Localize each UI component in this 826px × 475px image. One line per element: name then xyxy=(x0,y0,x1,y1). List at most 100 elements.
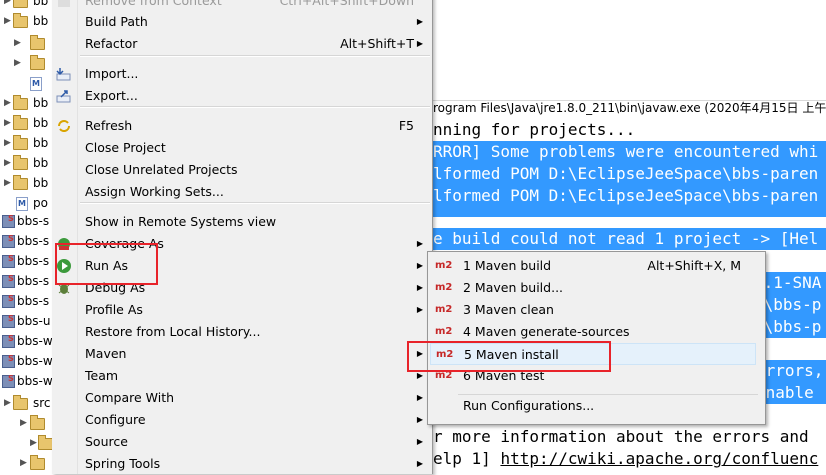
menu-item-export[interactable]: Export... xyxy=(52,85,432,107)
menu-item-refresh[interactable]: Refresh F5 xyxy=(52,115,432,137)
tree-item-label: bbs-u xyxy=(17,314,51,328)
expand-toggle-icon[interactable]: ▶ xyxy=(4,138,11,148)
menu-item-spring-tools[interactable]: Spring Tools ▶ xyxy=(52,453,432,475)
tree-item[interactable]: ▶ xyxy=(0,454,52,474)
expand-toggle-icon[interactable]: ▶ xyxy=(4,98,11,108)
menu-item-label: Export... xyxy=(85,88,138,103)
expand-toggle-icon[interactable]: ▶ xyxy=(4,178,11,188)
console-link[interactable]: http://cwiki.apache.org/confluenc xyxy=(500,449,818,468)
expand-toggle-icon[interactable]: ▶ xyxy=(4,118,11,128)
expand-toggle-icon[interactable]: ▶ xyxy=(4,158,11,168)
menu-item-compare-with[interactable]: Compare With ▶ xyxy=(52,387,432,409)
tree-item[interactable]: ▶ xyxy=(0,54,52,74)
expand-toggle-icon[interactable]: ▶ xyxy=(14,58,21,68)
menu-item-refactor[interactable]: Refactor Alt+Shift+T ▶ xyxy=(52,33,432,55)
menu-item-label: Configure xyxy=(85,412,146,427)
submenu-arrow-icon: ▶ xyxy=(416,261,423,270)
menu-item-import[interactable]: Import... xyxy=(52,63,432,85)
run-as-item-1[interactable]: m2 1 Maven build Alt+Shift+X, M xyxy=(428,255,765,277)
menu-item-assign-working-sets[interactable]: Assign Working Sets... xyxy=(52,181,432,203)
menu-item-label: Import... xyxy=(85,66,139,81)
tree-item[interactable]: bbs-u xyxy=(0,312,52,332)
menu-item-label: Build Path xyxy=(85,14,148,29)
tree-item[interactable]: ▶ bb xyxy=(0,114,52,134)
menu-item-source[interactable]: Source ▶ xyxy=(52,431,432,453)
tree-item[interactable]: ▶ xyxy=(0,434,52,454)
menu-item-show-in-remote-systems-view[interactable]: Show in Remote Systems view xyxy=(52,211,432,233)
console-line[interactable]: elp 1] http://cwiki.apache.org/confluenc xyxy=(433,448,826,470)
expand-toggle-icon[interactable]: ▶ xyxy=(4,0,11,6)
tree-item[interactable]: Mpo xyxy=(0,194,52,214)
menu-item-label: Refactor xyxy=(85,36,138,51)
run-as-submenu: m2 1 Maven build Alt+Shift+X, M m2 2 Maven b… xyxy=(427,251,766,425)
menu-item-team[interactable]: Team ▶ xyxy=(52,365,432,387)
pom-file-icon: M xyxy=(30,77,42,91)
menu-item-label: Profile As xyxy=(85,302,143,317)
run-as-item-4[interactable]: m2 4 Maven generate-sources xyxy=(428,321,765,343)
tree-item[interactable]: bbs-s xyxy=(0,272,52,292)
run-configurations-label: Run Configurations... xyxy=(463,398,595,413)
project-explorer: ▶bb▶bb▶▶M▶bb▶bb▶bb▶bb▶bbMpobbs-sbbs-sbbs… xyxy=(0,0,52,474)
tree-item[interactable]: bbs-s xyxy=(0,292,52,312)
tree-item-label: bb xyxy=(33,14,49,28)
console-line-text: errors, xyxy=(756,361,824,380)
tree-item[interactable]: ▶ bb xyxy=(0,174,52,194)
console-line[interactable]: r more information about the errors and xyxy=(433,426,826,448)
tree-item[interactable]: ▶ src xyxy=(0,394,52,414)
expand-toggle-icon[interactable]: ▶ xyxy=(4,398,11,408)
run-as-item-2[interactable]: m2 2 Maven build... xyxy=(428,277,765,299)
menu-separator xyxy=(80,55,430,57)
console-line[interactable] xyxy=(433,207,826,217)
expand-toggle-icon[interactable]: ▶ xyxy=(14,38,21,48)
expand-toggle-icon[interactable]: ▶ xyxy=(20,418,27,428)
run-as-item-label: 4 Maven generate-sources xyxy=(463,324,630,339)
tree-item[interactable]: M xyxy=(0,74,52,94)
tree-item[interactable]: bbs-w xyxy=(0,372,52,392)
menu-item-configure[interactable]: Configure ▶ xyxy=(52,409,432,431)
project-icon xyxy=(2,214,15,228)
menu-item-label: Spring Tools xyxy=(85,456,161,471)
console-line[interactable]: lformed POM D:\EclipseJeeSpace\bbs-paren xyxy=(433,163,826,185)
menu-item-label: Team xyxy=(85,368,119,383)
tree-item-label: bbs-s xyxy=(17,254,50,268)
menu-item-close-unrelated-projects[interactable]: Close Unrelated Projects xyxy=(52,159,432,181)
console-line[interactable]: e build could not read 1 project -> [Hel xyxy=(433,228,826,250)
tree-item-label: bb xyxy=(33,156,49,170)
menu-item-profile-as[interactable]: Profile As ▶ xyxy=(52,299,432,321)
expand-toggle-icon[interactable]: ▶ xyxy=(20,458,27,468)
tree-item[interactable]: bbs-s xyxy=(0,252,52,272)
console-line[interactable]: nning for projects... xyxy=(433,119,826,141)
run-as-item-3[interactable]: m2 3 Maven clean xyxy=(428,299,765,321)
tree-item[interactable]: ▶ xyxy=(0,414,52,434)
tree-item[interactable]: ▶ xyxy=(0,34,52,54)
tree-item[interactable]: bbs-s xyxy=(0,232,52,252)
expand-toggle-icon[interactable]: ▶ xyxy=(4,16,11,26)
tree-item[interactable]: ▶ bb xyxy=(0,154,52,174)
console-line-text: r more information about the errors and xyxy=(433,427,809,446)
tree-item[interactable]: ▶ bb xyxy=(0,12,52,32)
menu-item-maven[interactable]: Maven ▶ xyxy=(52,343,432,365)
tree-item-label: bb xyxy=(33,96,49,110)
menu-item-restore-from-local-history[interactable]: Restore from Local History... xyxy=(52,321,432,343)
menu-item-build-path[interactable]: Build Path ▶ xyxy=(52,11,432,33)
tree-item[interactable]: ▶ bb xyxy=(0,0,52,12)
folder-icon xyxy=(13,175,28,190)
tree-item[interactable]: ▶ bb xyxy=(0,134,52,154)
run-configurations-item[interactable]: Run Configurations... xyxy=(428,395,765,417)
console-line[interactable]: errors, xyxy=(756,360,826,382)
console-launch-header: rogram Files\Java\jre1.8.0_211\bin\javaw… xyxy=(433,101,826,115)
tree-item-label: bbs-w xyxy=(17,354,52,368)
console-line[interactable]: enable xyxy=(756,382,826,404)
tree-item[interactable]: bbs-s xyxy=(0,212,52,232)
run-as-item-label: 2 Maven build... xyxy=(463,280,564,295)
maven-m2-icon: m2 xyxy=(435,326,453,337)
tree-item[interactable]: ▶ bb xyxy=(0,94,52,114)
console-line[interactable]: RROR] Some problems were encountered whi xyxy=(433,141,826,163)
expand-toggle-icon[interactable]: ▶ xyxy=(30,438,37,448)
tree-item[interactable]: bbs-w xyxy=(0,352,52,372)
tree-item[interactable]: bbs-w xyxy=(0,332,52,352)
project-icon xyxy=(2,274,15,288)
project-icon xyxy=(2,294,15,308)
menu-item-close-project[interactable]: Close Project xyxy=(52,137,432,159)
console-line[interactable]: lformed POM D:\EclipseJeeSpace\bbs-paren xyxy=(433,185,826,207)
